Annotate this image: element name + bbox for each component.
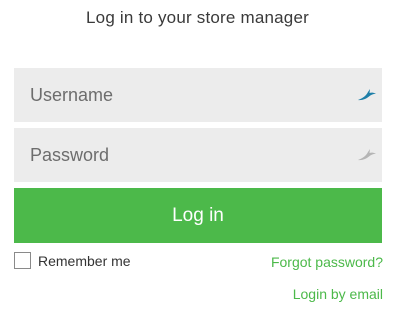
- login-button[interactable]: Log in: [14, 188, 382, 243]
- password-input[interactable]: [14, 128, 356, 182]
- remember-me-checkbox[interactable]: Remember me: [14, 252, 131, 269]
- remember-me-label[interactable]: Remember me: [38, 253, 131, 269]
- username-input[interactable]: [14, 68, 356, 122]
- username-field[interactable]: [14, 68, 382, 122]
- bird-icon[interactable]: [356, 85, 378, 105]
- forgot-password-link[interactable]: Forgot password?: [271, 254, 383, 270]
- page-title: Log in to your store manager: [86, 8, 309, 27]
- checkbox-box[interactable]: [14, 252, 31, 269]
- bird-icon[interactable]: [356, 145, 378, 165]
- password-field[interactable]: [14, 128, 382, 182]
- login-by-email-link[interactable]: Login by email: [293, 286, 383, 302]
